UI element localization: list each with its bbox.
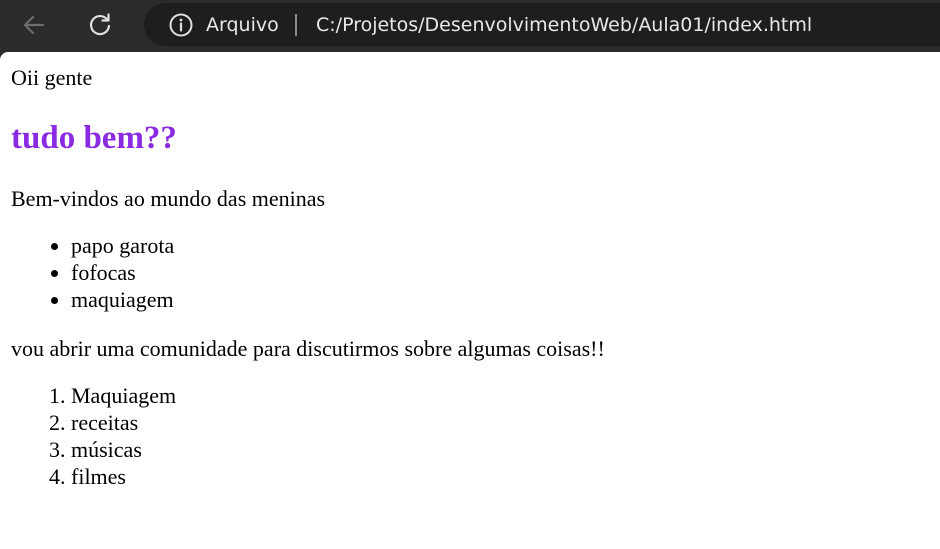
numbered-list: Maquiagem receitas músicas filmes <box>11 382 929 490</box>
bullet-list: papo garota fofocas maquiagem <box>11 232 929 313</box>
page-heading: tudo bem?? <box>11 120 177 156</box>
page-body: Oii gente tudo bem?? Bem-vindos ao mundo… <box>0 52 940 490</box>
list-item: Maquiagem <box>71 382 929 409</box>
site-info-label[interactable]: Arquivo <box>206 12 279 38</box>
intro-text: Oii gente <box>11 65 93 90</box>
address-divider <box>295 14 297 36</box>
list-item: músicas <box>71 436 929 463</box>
address-bar[interactable]: Arquivo C:/Projetos/DesenvolvimentoWeb/A… <box>144 3 940 46</box>
list-item: filmes <box>71 463 929 490</box>
community-text: vou abrir uma comunidade para discutirmo… <box>11 336 605 361</box>
url-text[interactable]: C:/Projetos/DesenvolvimentoWeb/Aula01/in… <box>316 12 812 38</box>
list-item: fofocas <box>71 259 929 286</box>
arrow-left-icon <box>23 15 45 35</box>
browser-toolbar: Arquivo C:/Projetos/DesenvolvimentoWeb/A… <box>0 0 940 52</box>
back-button[interactable] <box>16 8 52 42</box>
info-icon[interactable] <box>168 12 194 38</box>
page-viewport: Oii gente tudo bem?? Bem-vindos ao mundo… <box>0 52 940 549</box>
list-item: maquiagem <box>71 286 929 313</box>
list-item: papo garota <box>71 232 929 259</box>
list-item: receitas <box>71 409 929 436</box>
reload-icon <box>90 13 111 36</box>
welcome-text: Bem-vindos ao mundo das meninas <box>11 186 326 211</box>
reload-button[interactable] <box>82 8 118 42</box>
